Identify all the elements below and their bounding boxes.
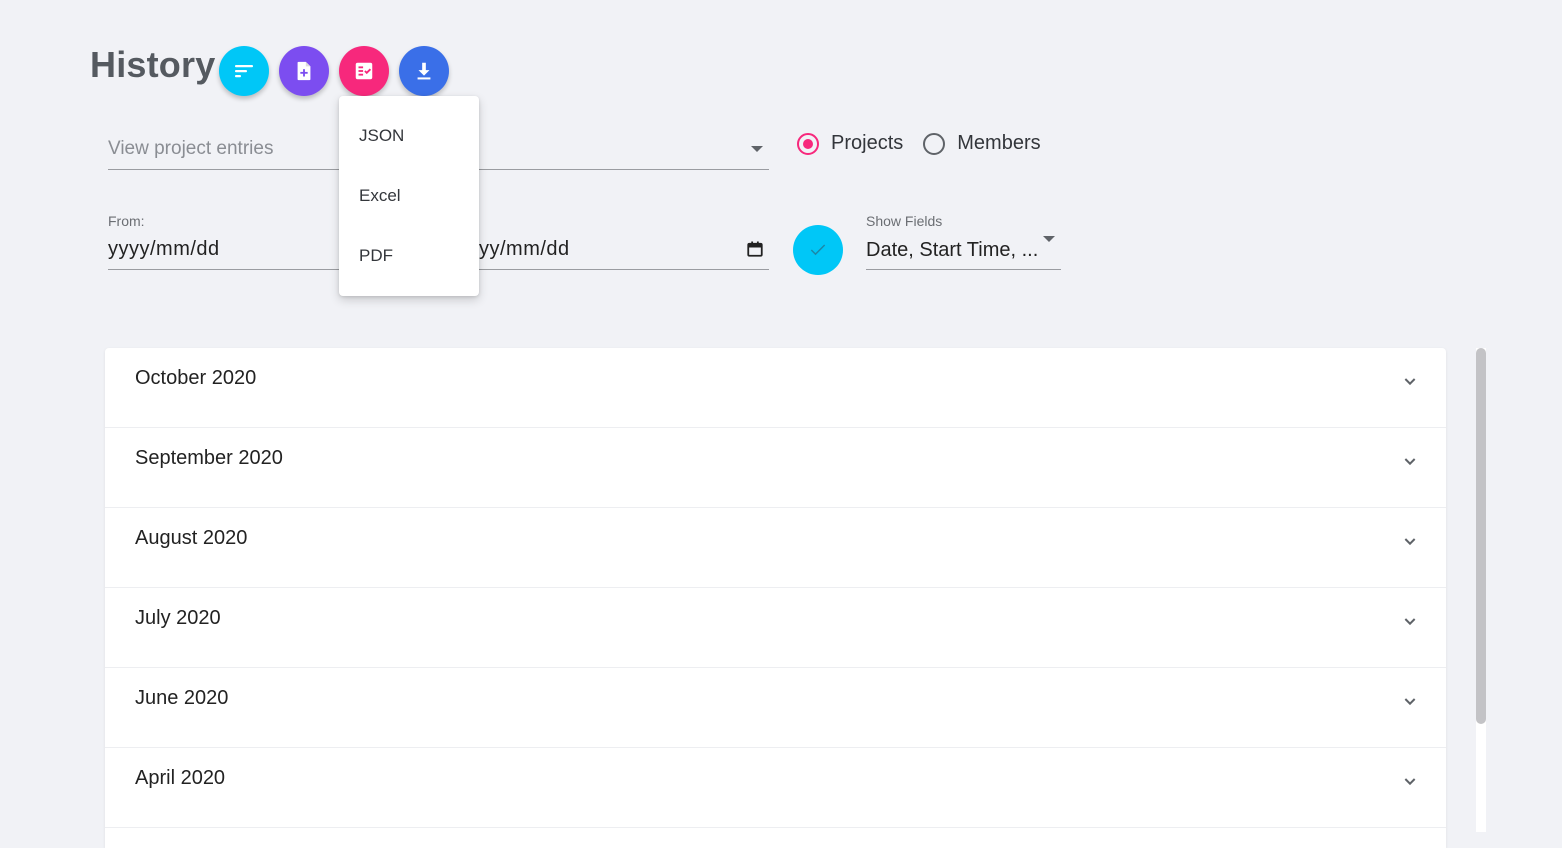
chevron-down-icon — [1404, 458, 1416, 466]
month-row[interactable]: June 2020 — [105, 668, 1446, 748]
month-row[interactable]: July 2020 — [105, 588, 1446, 668]
sort-icon — [235, 65, 253, 78]
to-date-underline — [468, 269, 769, 270]
month-row[interactable]: October 2020 — [105, 348, 1446, 428]
from-date-underline — [108, 269, 348, 270]
menu-item-json[interactable]: JSON — [339, 106, 479, 166]
show-fields-underline — [866, 269, 1061, 270]
dropdown-caret-icon[interactable] — [751, 146, 763, 152]
report-icon — [355, 62, 373, 80]
projects-radio-label[interactable]: Projects — [831, 132, 903, 155]
sort-button[interactable] — [219, 46, 269, 96]
history-month-list: October 2020 September 2020 August 2020 … — [105, 348, 1446, 848]
view-mode-radio-group: Projects Members — [797, 132, 1041, 155]
menu-item-excel[interactable]: Excel — [339, 166, 479, 226]
menu-item-pdf[interactable]: PDF — [339, 226, 479, 286]
month-row[interactable]: September 2020 — [105, 428, 1446, 508]
add-entry-button[interactable] — [279, 46, 329, 96]
month-label: April 2020 — [135, 767, 226, 789]
calendar-icon[interactable] — [746, 240, 764, 258]
download-button[interactable] — [399, 46, 449, 96]
download-icon — [417, 62, 431, 80]
show-fields-label: Show Fields — [866, 213, 943, 229]
chevron-down-icon — [1404, 618, 1416, 626]
apply-filter-button[interactable] — [793, 225, 843, 275]
month-row[interactable]: April 2020 — [105, 748, 1446, 828]
chevron-down-icon — [1404, 538, 1416, 546]
projects-radio[interactable] — [797, 132, 819, 155]
check-icon — [810, 244, 826, 256]
scrollbar-thumb[interactable] — [1476, 348, 1486, 724]
show-fields-caret-icon[interactable] — [1043, 236, 1055, 242]
members-radio[interactable] — [923, 132, 946, 155]
to-date-input[interactable]: yyyy/mm/dd — [468, 238, 738, 261]
month-label: August 2020 — [135, 527, 248, 549]
month-row[interactable]: August 2020 — [105, 508, 1446, 588]
chevron-down-icon — [1404, 778, 1416, 786]
month-label: September 2020 — [135, 447, 283, 469]
from-date-input[interactable]: yyyy/mm/dd — [108, 238, 220, 261]
show-fields-select[interactable]: Date, Start Time, ... — [866, 239, 1038, 262]
to-date-value: yyyy/mm/dd — [468, 238, 570, 260]
chevron-down-icon — [1404, 698, 1416, 706]
export-format-menu: JSON Excel PDF — [339, 96, 479, 296]
from-label: From: — [108, 213, 145, 229]
add-document-icon — [297, 61, 311, 81]
export-report-button[interactable] — [339, 46, 389, 96]
page-title: History — [90, 44, 216, 85]
month-label: July 2020 — [135, 607, 221, 629]
month-label: October 2020 — [135, 367, 257, 389]
month-label: June 2020 — [135, 687, 229, 709]
chevron-down-icon — [1404, 378, 1416, 386]
members-radio-label[interactable]: Members — [957, 132, 1040, 155]
project-entries-select[interactable]: View project entries — [108, 138, 273, 160]
